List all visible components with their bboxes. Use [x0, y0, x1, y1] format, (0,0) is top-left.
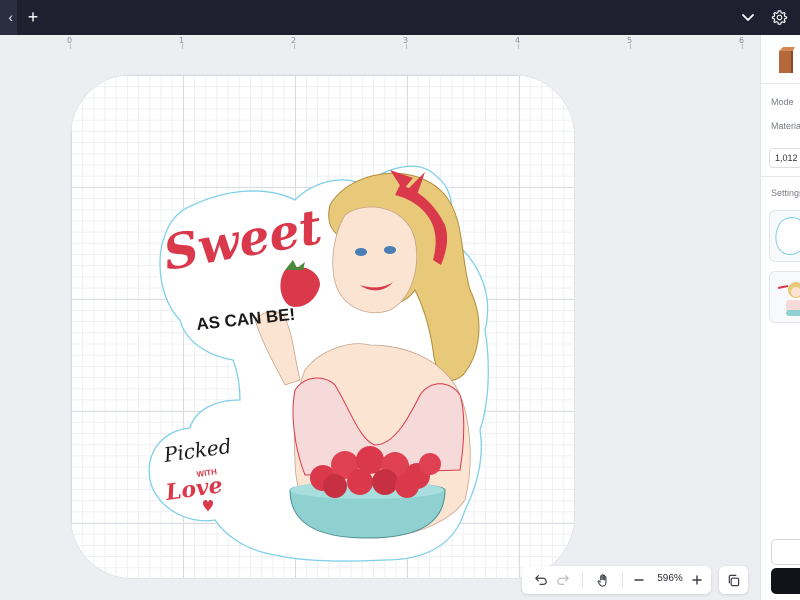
material-thumbnail[interactable] [777, 47, 795, 75]
design-thumbnail [777, 282, 800, 316]
size-input[interactable]: 1,012 [769, 148, 800, 168]
bowl-strawberry [347, 469, 373, 495]
panel-divider [761, 83, 800, 84]
sticker-artwork[interactable]: Sweet AS CAN BE! Picked WITH Love [145, 160, 503, 563]
undo-icon [535, 575, 547, 585]
design-canvas[interactable]: Sweet AS CAN BE! Picked WITH Love [0, 49, 760, 600]
add-tab-button[interactable]: + [23, 6, 43, 28]
bowl-strawberry [323, 474, 347, 498]
zoom-level[interactable]: 596% [653, 573, 687, 584]
zoom-toolbar: 596% [522, 566, 711, 594]
outline-thumbnail [775, 217, 800, 255]
toolbar-divider [622, 572, 623, 588]
pan-tool-button[interactable] [595, 572, 611, 588]
panel-divider [761, 176, 800, 177]
redo-button[interactable] [555, 572, 571, 588]
redo-icon [557, 575, 569, 585]
duplicate-icon [728, 574, 740, 586]
mode-label: Mode [771, 97, 794, 107]
zoom-out-button[interactable] [631, 572, 647, 588]
settings-label: Settings [771, 188, 800, 198]
right-eye [384, 246, 396, 254]
back-tab-button[interactable]: ‹ [0, 0, 17, 35]
left-eye [355, 248, 367, 256]
primary-action-button[interactable] [771, 568, 800, 594]
top-bar: ‹ + [0, 0, 800, 35]
properties-panel: Mode Materia 1,012 Settings [760, 35, 800, 600]
zoom-in-button[interactable] [689, 572, 705, 588]
secondary-action-button[interactable] [771, 539, 800, 565]
design-preview-card[interactable] [769, 271, 800, 323]
gear-icon[interactable] [771, 9, 788, 26]
zoom-out-icon [634, 579, 644, 581]
plus-icon: + [27, 7, 39, 27]
bowl-strawberry [419, 453, 441, 475]
toolbar-divider [582, 572, 583, 588]
horizontal-ruler: 0 1 2 3 4 5 6 [0, 35, 760, 49]
duplicate-button[interactable] [719, 566, 748, 594]
outline-preview-card[interactable] [769, 210, 800, 262]
zoom-in-icon [692, 575, 702, 585]
face [332, 206, 418, 314]
material-label: Materia [771, 121, 800, 131]
bowl-strawberry [395, 474, 419, 498]
bowl-strawberry [372, 469, 398, 495]
chevron-left-icon: ‹ [8, 9, 13, 25]
chevron-down-icon[interactable] [740, 9, 756, 25]
hand-icon [597, 573, 606, 587]
undo-button[interactable] [533, 572, 549, 588]
